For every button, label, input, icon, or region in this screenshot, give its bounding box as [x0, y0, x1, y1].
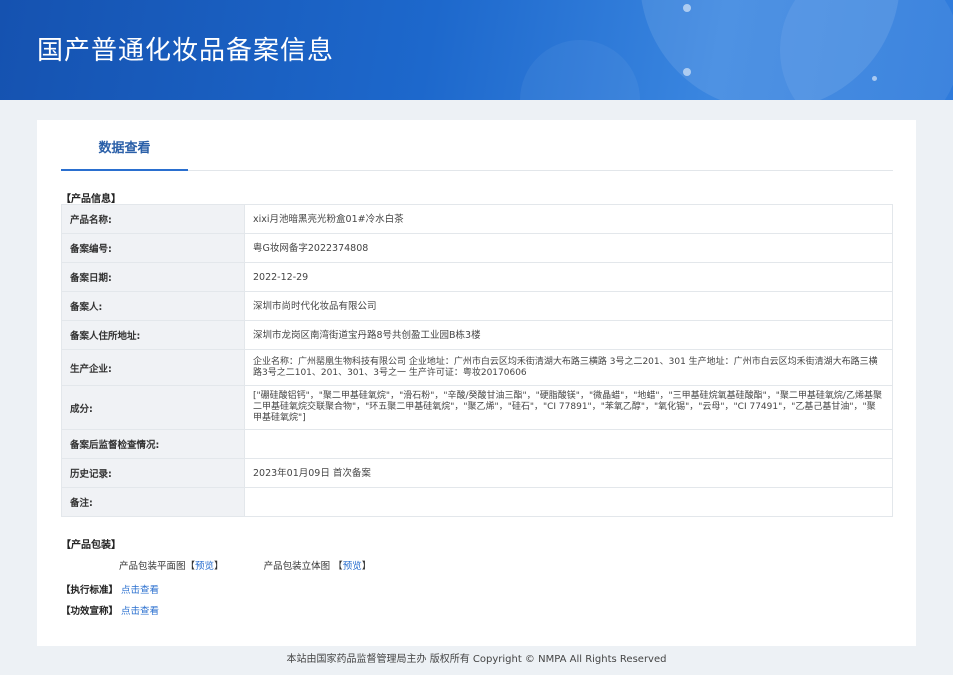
- tab-bar: 数据查看: [61, 142, 893, 171]
- packaging-flat-label: 产品包装平面图: [119, 561, 186, 572]
- row-label: 备注:: [61, 487, 245, 517]
- row-label: 备案人:: [61, 291, 245, 321]
- row-label: 备案人住所地址:: [61, 320, 245, 350]
- row-value: 深圳市龙岗区南湾街道宝丹路8号共创盈工业园B栋3楼: [244, 320, 893, 350]
- row-value: [244, 429, 893, 459]
- table-row: 备案编号: 粤G妆网备字2022374808: [61, 233, 893, 263]
- solid-preview-link[interactable]: 预览: [343, 561, 362, 572]
- table-row: 备案日期: 2022-12-29: [61, 262, 893, 292]
- row-value: 企业名称：广州罂凰生物科技有限公司 企业地址：广州市白云区均禾街清湖大布路三横路…: [244, 349, 893, 386]
- banner-dot: [683, 68, 691, 76]
- bracket: 【: [333, 561, 343, 572]
- row-label: 成分:: [61, 385, 245, 430]
- table-row: 产品名称: xixi月池暗黑亮光粉盒01#冷水白茶: [61, 204, 893, 234]
- banner-decoration: [780, 0, 953, 100]
- efficacy-label: 【功效宣称】: [61, 606, 119, 617]
- standard-label: 【执行标准】: [61, 585, 119, 596]
- header-banner: 国产普通化妆品备案信息: [0, 0, 953, 100]
- packaging-row: 产品包装平面图【预览】 产品包装立体图 【预览】: [119, 558, 371, 572]
- standard-view-link[interactable]: 点击查看: [121, 585, 159, 596]
- table-row: 备案人: 深圳市尚时代化妆品有限公司: [61, 291, 893, 321]
- row-label: 历史记录:: [61, 458, 245, 488]
- row-label: 备案日期:: [61, 262, 245, 292]
- efficacy-row: 【功效宣称】 点击查看: [61, 603, 159, 617]
- table-row: 生产企业: 企业名称：广州罂凰生物科技有限公司 企业地址：广州市白云区均禾街清湖…: [61, 349, 893, 386]
- banner-decoration: [520, 40, 640, 100]
- row-value: 2023年01月09日 首次备案: [244, 458, 893, 488]
- section-title-product-info: 【产品信息】: [61, 194, 121, 205]
- flat-preview-link[interactable]: 预览: [195, 561, 214, 572]
- row-value: ["硼硅酸铝钙"，"聚二甲基硅氧烷"，"滑石粉"，"辛酸/癸酸甘油三酯"，"硬脂…: [244, 385, 893, 430]
- product-info-table: 产品名称: xixi月池暗黑亮光粉盒01#冷水白茶 备案编号: 粤G妆网备字20…: [61, 204, 893, 517]
- row-value: 深圳市尚时代化妆品有限公司: [244, 291, 893, 321]
- banner-dot: [683, 4, 691, 12]
- table-row: 历史记录: 2023年01月09日 首次备案: [61, 458, 893, 488]
- row-value: 2022-12-29: [244, 262, 893, 292]
- table-row: 备案人住所地址: 深圳市龙岗区南湾街道宝丹路8号共创盈工业园B栋3楼: [61, 320, 893, 350]
- content-card: 数据查看 【产品信息】 产品名称: xixi月池暗黑亮光粉盒01#冷水白茶 备案…: [37, 120, 916, 646]
- bracket: 】: [214, 561, 224, 572]
- packaging-solid-label: 产品包装立体图: [263, 561, 331, 572]
- footer-copyright: 本站由国家药品监督管理局主办 版权所有 Copyright © NMPA All…: [286, 654, 667, 665]
- row-value: [244, 487, 893, 517]
- section-title-packaging: 【产品包装】: [61, 540, 121, 551]
- row-label: 生产企业:: [61, 349, 245, 386]
- bracket: 】: [361, 561, 372, 572]
- page-title: 国产普通化妆品备案信息: [37, 36, 335, 66]
- row-label: 产品名称:: [61, 204, 245, 234]
- standard-row: 【执行标准】 点击查看: [61, 582, 159, 596]
- bracket: 【: [185, 561, 196, 572]
- table-row: 备案后监督检查情况:: [61, 429, 893, 459]
- row-value: xixi月池暗黑亮光粉盒01#冷水白茶: [244, 204, 893, 234]
- banner-dot: [872, 76, 877, 81]
- row-label: 备案编号:: [61, 233, 245, 263]
- table-row: 成分: ["硼硅酸铝钙"，"聚二甲基硅氧烷"，"滑石粉"，"辛酸/癸酸甘油三酯"…: [61, 385, 893, 430]
- efficacy-view-link[interactable]: 点击查看: [121, 606, 159, 617]
- tab-data-view[interactable]: 数据查看: [61, 142, 188, 171]
- row-label: 备案后监督检查情况:: [61, 429, 245, 459]
- row-value: 粤G妆网备字2022374808: [244, 233, 893, 263]
- table-row: 备注:: [61, 487, 893, 517]
